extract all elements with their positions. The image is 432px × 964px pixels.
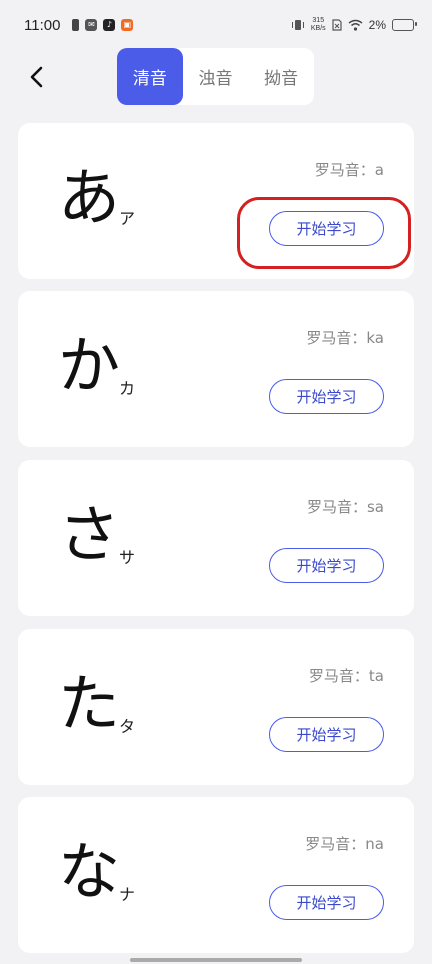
sim-icon (332, 16, 342, 35)
net-speed: 315 KB/s (311, 17, 326, 33)
back-button[interactable] (22, 62, 50, 92)
romaji-label: 罗马音：ta (308, 667, 384, 685)
romaji-label: 罗马音：a (314, 161, 384, 179)
mail-icon: ✉ (85, 19, 98, 31)
back-icon (30, 66, 43, 88)
katakana: ア (119, 209, 136, 228)
start-learning-button[interactable]: 开始学习 (269, 717, 384, 752)
net-speed-value: 315 (312, 17, 325, 24)
katakana: タ (119, 717, 136, 736)
battery-percent: 2% (368, 18, 386, 32)
status-bar: 11:00 ✉ ♪ ▣ 315 KB/s 2% (0, 0, 432, 50)
start-learning-button[interactable]: 开始学习 (269, 548, 384, 583)
net-speed-unit: KB/s (310, 25, 326, 32)
vibrate-icon (291, 16, 305, 35)
hiragana: な (58, 835, 121, 908)
home-indicator[interactable] (130, 958, 302, 962)
romaji-label: 罗马音：na (305, 835, 384, 853)
katakana: サ (119, 548, 136, 567)
romaji-label: 罗马音：sa (306, 498, 384, 516)
tab-qingyin[interactable]: 清音 (117, 48, 183, 105)
tab-aoyin[interactable]: 拗音 (248, 48, 314, 105)
status-time: 11:00 (24, 16, 61, 34)
katakana: ナ (119, 885, 136, 904)
hiragana: さ (58, 498, 121, 571)
romaji-label: 罗马音：ka (306, 329, 384, 347)
tiktok-icon: ♪ (103, 19, 116, 31)
kana-card: た タ 罗马音：ta 开始学习 (18, 629, 414, 785)
status-right: 315 KB/s 2% (291, 16, 417, 35)
start-learning-button[interactable]: 开始学习 (269, 379, 384, 414)
battery-icon (392, 19, 417, 31)
tab-bar: 清音 浊音 拗音 (117, 48, 314, 105)
kana-card: な ナ 罗马音：na 开始学习 (18, 797, 414, 953)
hiragana: た (58, 667, 121, 740)
wifi-icon (348, 16, 363, 35)
hiragana: か (58, 329, 121, 402)
tab-zhuoyin[interactable]: 浊音 (183, 48, 249, 105)
hiragana: あ (58, 161, 121, 234)
katakana: カ (119, 379, 136, 398)
battery-saver-icon (72, 19, 80, 31)
kana-card: か カ 罗马音：ka 开始学习 (18, 291, 414, 447)
kana-card: さ サ 罗马音：sa 开始学习 (18, 460, 414, 616)
start-learning-button[interactable]: 开始学习 (269, 885, 384, 920)
status-left: 11:00 ✉ ♪ ▣ (24, 16, 134, 34)
shop-icon: ▣ (121, 19, 134, 31)
kana-card: あ ア 罗马音：a 开始学习 (18, 123, 414, 279)
start-learning-button[interactable]: 开始学习 (269, 211, 384, 246)
